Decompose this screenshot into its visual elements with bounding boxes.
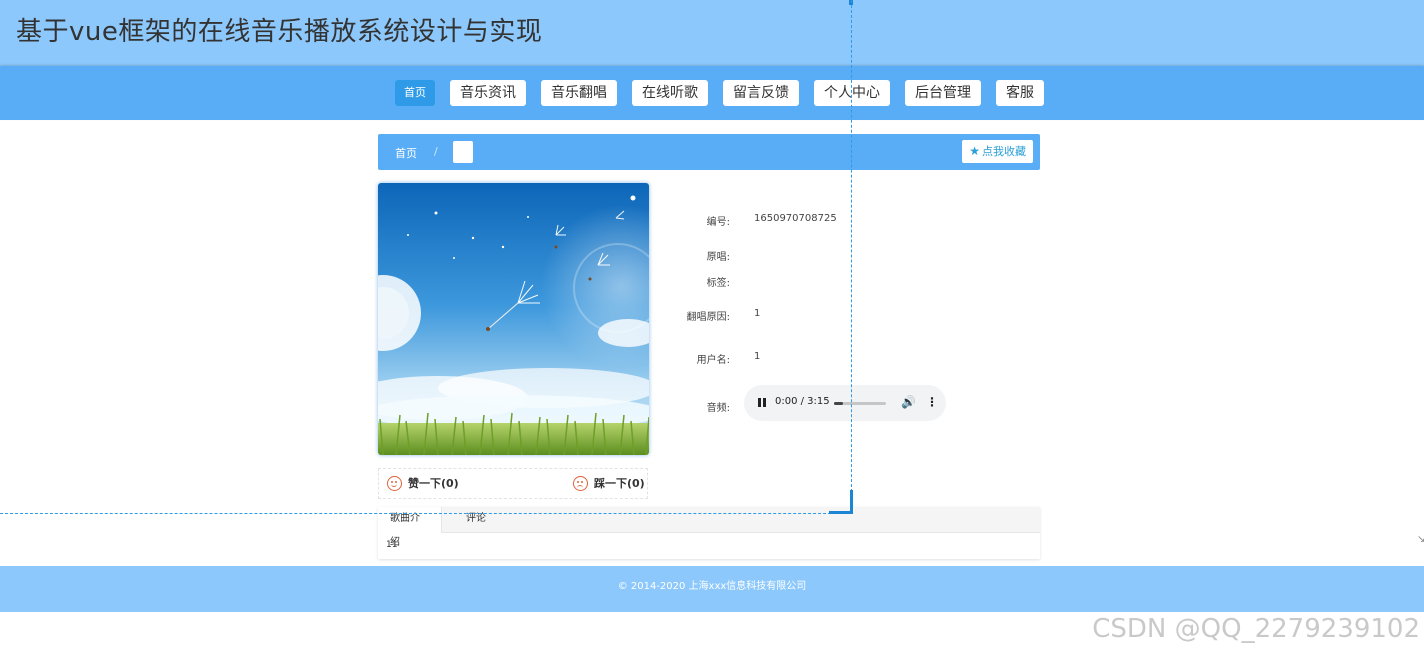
nav-list: 首页 音乐资讯 音乐翻唱 在线听歌 留言反馈 个人中心 后台管理 客服 — [395, 80, 1059, 106]
audio-progress-fill — [834, 402, 844, 405]
resize-handle-icon: ↘ — [1417, 534, 1424, 545]
nav-item-online-listening[interactable]: 在线听歌 — [632, 80, 708, 106]
breadcrumb-separator: / — [434, 145, 438, 158]
nav-item-admin[interactable]: 后台管理 — [905, 80, 981, 106]
copyright: © 2014-2020 上海xxx信息科技有限公司 — [617, 581, 807, 592]
tab-song-intro[interactable]: 歌曲介绍 — [378, 507, 442, 548]
tab-content: 11 — [386, 540, 398, 550]
favorite-label: 点我收藏 — [982, 145, 1026, 158]
dandelion-sky-picture — [378, 183, 649, 455]
nav-item-music-news[interactable]: 音乐资讯 — [450, 80, 526, 106]
smile-face-icon — [387, 475, 402, 491]
watermark: CSDN @QQ_2279239102 — [1092, 614, 1420, 644]
id-value: 1650970708725 — [754, 213, 837, 224]
tab-comments[interactable]: 评论 — [454, 507, 498, 533]
dislike-label: 踩一下(0) — [594, 477, 645, 490]
capture-guide-vertical — [851, 0, 852, 512]
capture-guide-horizontal — [0, 513, 851, 514]
cover-reason-value: 1 — [754, 308, 761, 319]
breadcrumb: 首页 / ★ 点我收藏 — [378, 134, 1040, 170]
audio-label: 音频: — [706, 403, 730, 414]
tags-label: 标签: — [706, 278, 730, 289]
nav-item-home[interactable]: 首页 — [395, 80, 435, 106]
nav-item-customer-service[interactable]: 客服 — [996, 80, 1044, 106]
tabs-header: 歌曲介绍 评论 — [378, 507, 1040, 548]
main-navbar: 首页 音乐资讯 音乐翻唱 在线听歌 留言反馈 个人中心 后台管理 客服 — [0, 66, 1424, 120]
footer: © 2014-2020 上海xxx信息科技有限公司 — [0, 566, 1424, 612]
audio-progress-track[interactable] — [834, 402, 886, 405]
audio-player[interactable]: 0:00 / 3:15 🔊 ⋮ — [744, 385, 946, 421]
top-header: 基于vue框架的在线音乐播放系统设计与实现 — [0, 0, 1424, 66]
audio-time: 0:00 / 3:15 — [775, 396, 830, 407]
dislike-button[interactable]: 踩一下(0) — [573, 475, 645, 491]
more-vert-icon[interactable]: ⋮ — [926, 395, 938, 409]
page: 基于vue框架的在线音乐播放系统设计与实现 首页 音乐资讯 音乐翻唱 在线听歌 … — [0, 0, 1424, 657]
username-value: 1 — [754, 351, 761, 362]
nav-item-music-covers[interactable]: 音乐翻唱 — [541, 80, 617, 106]
sad-face-icon — [573, 475, 588, 491]
breadcrumb-current — [453, 141, 473, 163]
id-label: 编号: — [706, 217, 730, 228]
nav-item-personal-center[interactable]: 个人中心 — [814, 80, 890, 106]
cover-reason-label: 翻唱原因: — [686, 312, 730, 323]
capture-guide-corner — [829, 490, 853, 514]
username-label: 用户名: — [696, 355, 730, 366]
favorite-button[interactable]: ★ 点我收藏 — [962, 140, 1033, 163]
pause-icon[interactable] — [758, 398, 766, 407]
tabs-panel: 歌曲介绍 评论 11 — [378, 507, 1040, 559]
original-singer-label: 原唱: — [706, 252, 730, 263]
nav-item-feedback[interactable]: 留言反馈 — [723, 80, 799, 106]
vote-box: 赞一下(0) 踩一下(0) — [378, 468, 648, 499]
star-icon: ★ — [969, 144, 980, 158]
breadcrumb-home[interactable]: 首页 — [395, 145, 417, 161]
cover-image — [378, 183, 649, 455]
like-label: 赞一下(0) — [408, 477, 459, 490]
site-title: 基于vue框架的在线音乐播放系统设计与实现 — [16, 17, 543, 47]
like-button[interactable]: 赞一下(0) — [387, 475, 459, 491]
volume-icon[interactable]: 🔊 — [901, 395, 916, 409]
